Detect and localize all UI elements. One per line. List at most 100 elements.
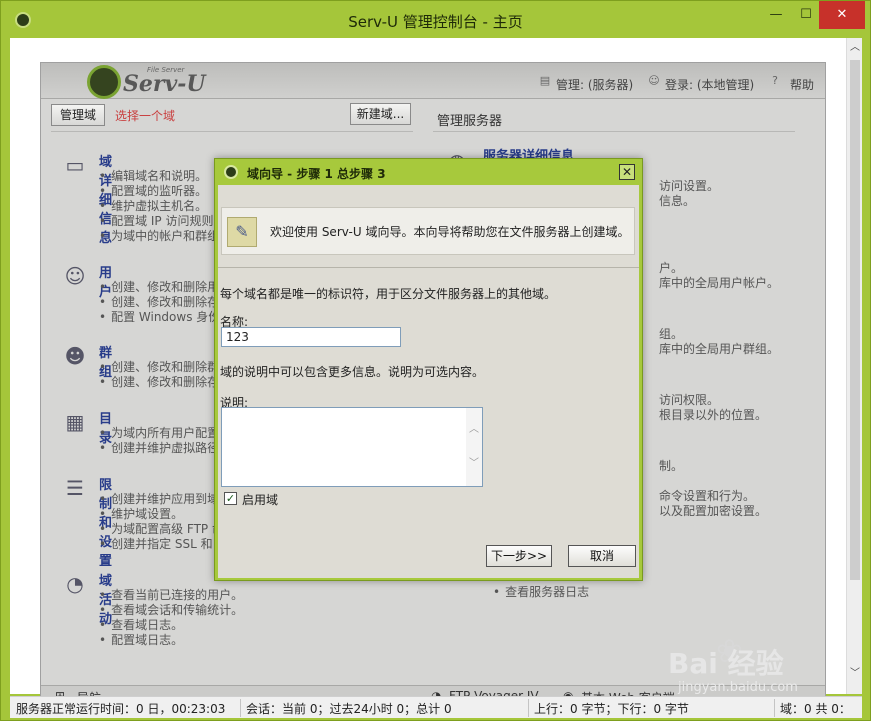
list-item: 查看当前已连接的用户。 bbox=[99, 588, 243, 603]
list-item[interactable]: 查看服务器日志 bbox=[493, 585, 589, 600]
wizard-icon: ✎ bbox=[227, 217, 257, 247]
list-item: 查看域日志。 bbox=[99, 618, 243, 633]
watermark-brand: Bai 经验 bbox=[668, 647, 784, 680]
server-frag-8: 制。 bbox=[659, 459, 684, 473]
description-scrollbar[interactable]: ︿ ﹀ bbox=[466, 408, 482, 486]
section-items: 编辑域名和说明。 配置域的监听器。 维护虚拟主机名。 配置域 IP 访问规则 为… bbox=[99, 169, 219, 244]
server-frag-1: 信息。 bbox=[659, 194, 696, 208]
title-bar: Serv-U 管理控制台 - 主页 — ☐ ✕ bbox=[1, 1, 870, 39]
scroll-up-icon[interactable]: ︿ bbox=[847, 40, 863, 56]
vertical-scrollbar[interactable]: ︿ ﹀ bbox=[846, 38, 862, 694]
sessions-status: 会话：当前 0；过去24小时 0；总计 0 bbox=[246, 702, 452, 716]
scroll-thumb[interactable] bbox=[850, 60, 860, 580]
help-icon: ? bbox=[772, 74, 778, 87]
transfer-status: 上行：0 字节；下行：0 字节 bbox=[534, 702, 689, 716]
list-item: 创建、修改和删除存 bbox=[99, 375, 219, 390]
monitor-icon: ▭ bbox=[65, 153, 85, 177]
list-item: 编辑域名和说明。 bbox=[99, 169, 219, 184]
list-item: 配置域 IP 访问规则 bbox=[99, 214, 219, 229]
list-item: 创建、修改和删除用 bbox=[99, 280, 220, 295]
list-item: 为域配置高级 FTP 命 bbox=[99, 522, 224, 537]
manage-domain-heading[interactable]: 管理域 bbox=[51, 104, 105, 126]
left-divider bbox=[51, 131, 413, 132]
list-item: 创建、修改和删除群 bbox=[99, 360, 219, 375]
servu-brand-logo: File Server Serv-U bbox=[87, 65, 227, 99]
list-item: 创建并指定 SSL 和 bbox=[99, 537, 224, 552]
close-button[interactable]: ✕ bbox=[819, 1, 865, 29]
server-frag-2: 户。 bbox=[659, 261, 684, 275]
server-frag-6: 访问权限。 bbox=[659, 393, 720, 407]
dialog-close-button[interactable]: ✕ bbox=[619, 164, 635, 180]
list-item: 维护域设置。 bbox=[99, 507, 224, 522]
list-item: 为域中的帐户和群组 bbox=[99, 229, 219, 244]
activity-icon: ◔ bbox=[66, 572, 84, 596]
checklist-icon: ☰ bbox=[66, 476, 84, 500]
section-items: 创建、修改和删除用 创建、修改和删除存 配置 Windows 身份 bbox=[99, 280, 220, 325]
list-item: 查看域会话和传输统计。 bbox=[99, 603, 243, 618]
dialog-body: ✎ 欢迎使用 Serv-U 域向导。本向导将帮助您在文件服务器上创建域。 每个域… bbox=[218, 185, 639, 578]
server-frag-7: 根目录以外的位置。 bbox=[659, 408, 768, 422]
server-frag-0: 访问设置。 bbox=[659, 179, 720, 193]
scroll-down-icon[interactable]: ﹀ bbox=[847, 666, 863, 682]
section-items: 创建、修改和删除群 创建、修改和删除存 bbox=[99, 360, 219, 390]
status-divider bbox=[528, 699, 529, 717]
scroll-up-icon[interactable]: ︿ bbox=[466, 422, 482, 438]
user-icon: ☺ bbox=[648, 74, 660, 87]
servu-logo-icon bbox=[224, 165, 238, 179]
enable-domain-label[interactable]: 启用域 bbox=[242, 491, 278, 508]
description-field: ︿ ﹀ bbox=[221, 407, 483, 487]
manage-server-link[interactable]: 管理: (服务器) bbox=[556, 76, 633, 93]
help-link[interactable]: 帮助 bbox=[790, 76, 814, 93]
scroll-down-icon[interactable]: ﹀ bbox=[466, 456, 482, 472]
list-item: 配置域的监听器。 bbox=[99, 184, 219, 199]
login-link[interactable]: 登录: (本地管理) bbox=[665, 76, 754, 93]
domain-wizard-dialog: 域向导 - 步骤 1 总步骤 3 ✕ ✎ 欢迎使用 Serv-U 域向导。本向导… bbox=[214, 158, 643, 581]
new-domain-button[interactable]: 新建域... bbox=[350, 103, 411, 125]
servu-logo-mark-icon bbox=[87, 65, 121, 99]
cancel-button[interactable]: 取消 bbox=[568, 545, 636, 567]
list-item: 为域内所有用户配置 bbox=[99, 426, 219, 441]
dialog-title-bar: 域向导 - 步骤 1 总步骤 3 ✕ bbox=[215, 159, 642, 185]
window-title: Serv-U 管理控制台 - 主页 bbox=[348, 13, 523, 31]
list-item: 创建并维护应用到域 bbox=[99, 492, 224, 507]
description-hint: 域的说明中可以包含更多信息。说明为可选内容。 bbox=[220, 365, 485, 379]
list-item: 创建、修改和删除存 bbox=[99, 295, 220, 310]
welcome-banner: ✎ 欢迎使用 Serv-U 域向导。本向导将帮助您在文件服务器上创建域。 bbox=[221, 207, 635, 255]
domain-name-input[interactable] bbox=[221, 327, 401, 347]
section-items: 查看当前已连接的用户。 查看域会话和传输统计。 查看域日志。 配置域日志。 bbox=[99, 588, 243, 648]
minimize-button[interactable]: — bbox=[761, 1, 791, 29]
status-divider bbox=[240, 699, 241, 717]
server-frag-3: 库中的全局用户帐户。 bbox=[659, 276, 780, 290]
select-domain-hint[interactable]: 选择一个域 bbox=[115, 107, 175, 124]
next-button[interactable]: 下一步>> bbox=[486, 545, 552, 567]
list-item: 维护虚拟主机名。 bbox=[99, 199, 219, 214]
manage-server-heading: 管理服务器 bbox=[437, 114, 503, 129]
enable-domain-checkbox[interactable]: ✓ bbox=[224, 492, 237, 505]
server-frag-4: 组。 bbox=[659, 327, 684, 341]
server-log-list: 查看服务器日志 bbox=[493, 585, 589, 600]
dialog-title: 域向导 - 步骤 1 总步骤 3 bbox=[247, 167, 386, 181]
server-frag-5: 库中的全局用户群组。 bbox=[659, 342, 780, 356]
list-item: 配置域日志。 bbox=[99, 633, 243, 648]
server-frag-9: 命令设置和行为。 bbox=[659, 489, 756, 503]
list-item: 配置 Windows 身份 bbox=[99, 310, 220, 325]
right-divider bbox=[433, 131, 795, 132]
baidu-watermark: ❀ Bai 经验 jingyan.baidu.com bbox=[668, 632, 838, 706]
maximize-button[interactable]: ☐ bbox=[793, 1, 819, 29]
user-icon: ☺ bbox=[64, 264, 86, 288]
dialog-divider bbox=[218, 267, 639, 268]
group-icon: ☻ bbox=[64, 344, 86, 368]
uptime-status: 服务器正常运行时间：0 日，00:23:03 bbox=[16, 702, 226, 716]
section-items: 创建并维护应用到域 维护域设置。 为域配置高级 FTP 命 创建并指定 SSL … bbox=[99, 492, 224, 552]
folder-icon: ▦ bbox=[65, 410, 85, 434]
section-items: 为域内所有用户配置 创建并维护虚拟路径 bbox=[99, 426, 219, 456]
server-frag-10: 以及配置加密设置。 bbox=[659, 504, 768, 518]
intro-text: 每个域名都是唯一的标识符，用于区分文件服务器上的其他域。 bbox=[220, 287, 557, 301]
list-item: 创建并维护虚拟路径 bbox=[99, 441, 219, 456]
console-header: File Server Serv-U ▤ 管理: (服务器) ☺ 登录: (本地… bbox=[41, 63, 825, 99]
description-textarea[interactable] bbox=[222, 408, 466, 486]
watermark-url: jingyan.baidu.com bbox=[678, 680, 798, 695]
welcome-text: 欢迎使用 Serv-U 域向导。本向导将帮助您在文件服务器上创建域。 bbox=[270, 225, 630, 239]
server-icon: ▤ bbox=[539, 74, 551, 87]
logo-text: Serv-U bbox=[123, 71, 206, 97]
